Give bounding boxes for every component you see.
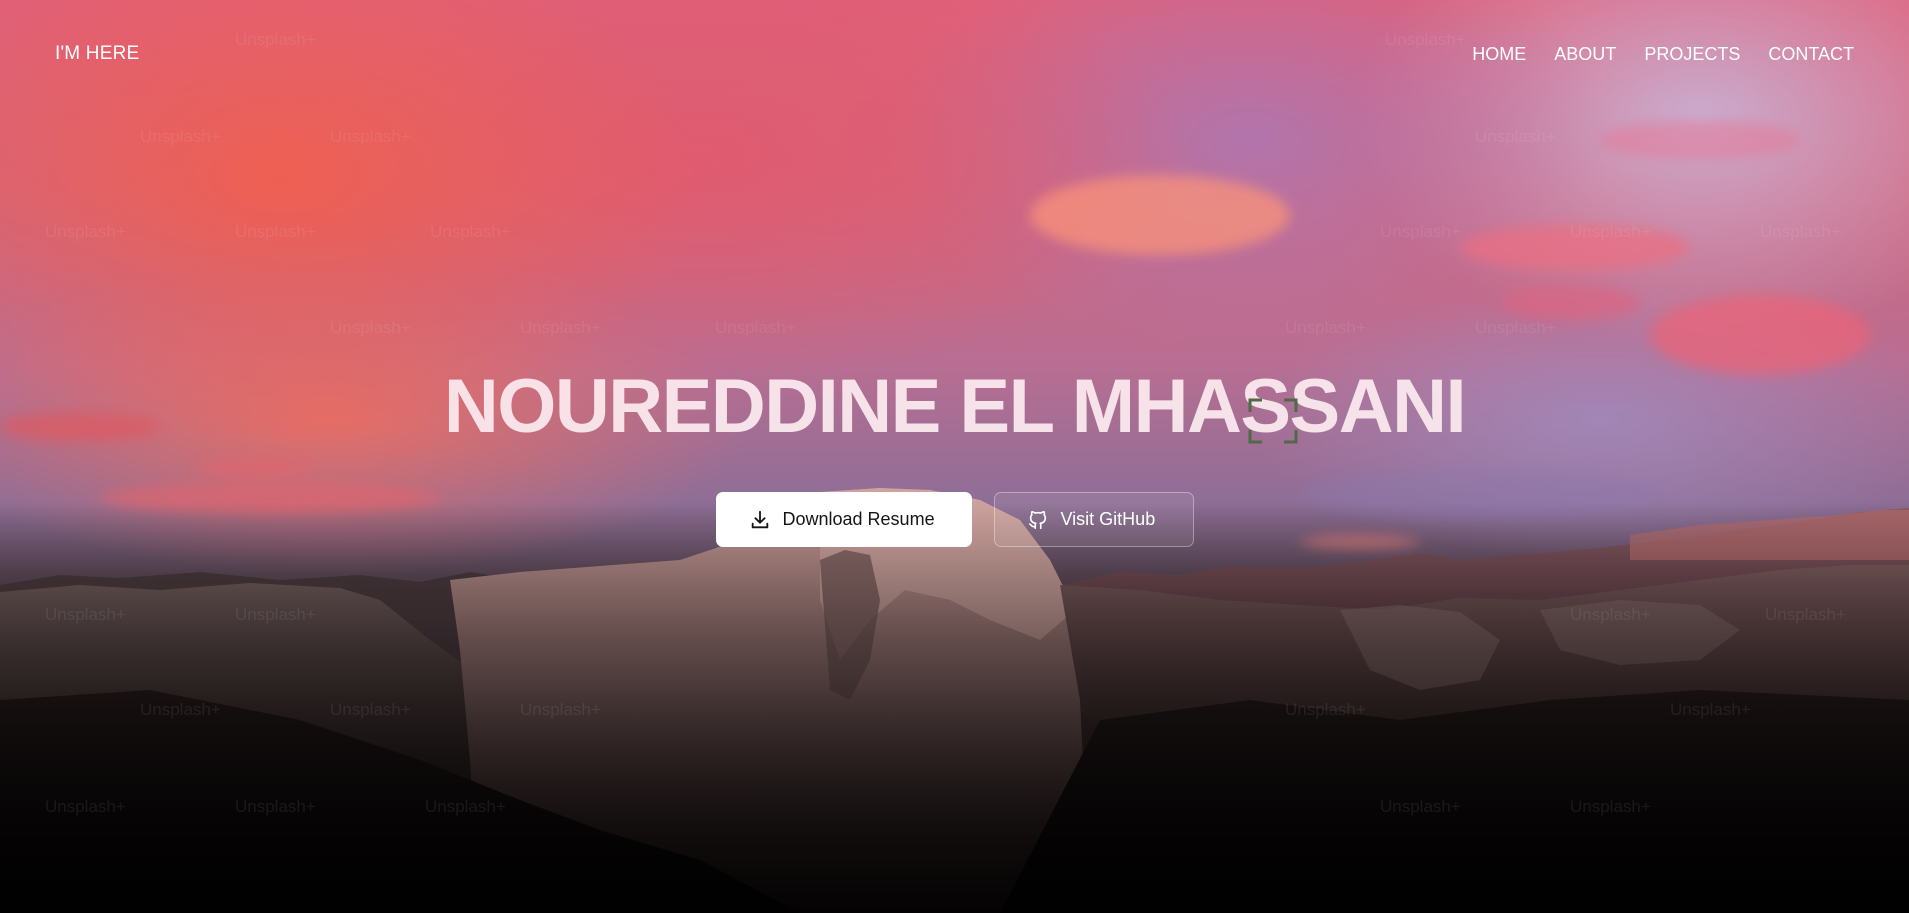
visit-github-button[interactable]: Visit GitHub (993, 492, 1194, 547)
bottom-shade (0, 0, 1909, 913)
download-icon (751, 510, 768, 528)
nav-link-home[interactable]: HOME (1472, 44, 1526, 65)
top-navigation: I'M HERE HOME ABOUT PROJECTS CONTACT (0, 0, 1909, 108)
nav-links: HOME ABOUT PROJECTS CONTACT (1472, 44, 1854, 65)
brand-logo-link[interactable]: I'M HERE (55, 43, 139, 65)
download-resume-label: Download Resume (782, 509, 935, 529)
visit-github-label: Visit GitHub (1060, 509, 1156, 529)
download-resume-button[interactable]: Download Resume (715, 492, 972, 547)
nav-link-contact[interactable]: CONTACT (1768, 44, 1854, 65)
nav-link-about[interactable]: ABOUT (1554, 44, 1616, 65)
nav-link-projects[interactable]: PROJECTS (1644, 44, 1740, 65)
hero-title: NOUREDDINE EL MHASSANI (443, 364, 1467, 449)
github-icon (1028, 510, 1046, 529)
hero-section: Unsplash+ Unsplash+ Unsplash+ Unsplash+ … (0, 0, 1909, 913)
hero-actions: Download Resume Visit GitHub (0, 492, 1909, 547)
focus-frame-icon (1248, 398, 1298, 444)
